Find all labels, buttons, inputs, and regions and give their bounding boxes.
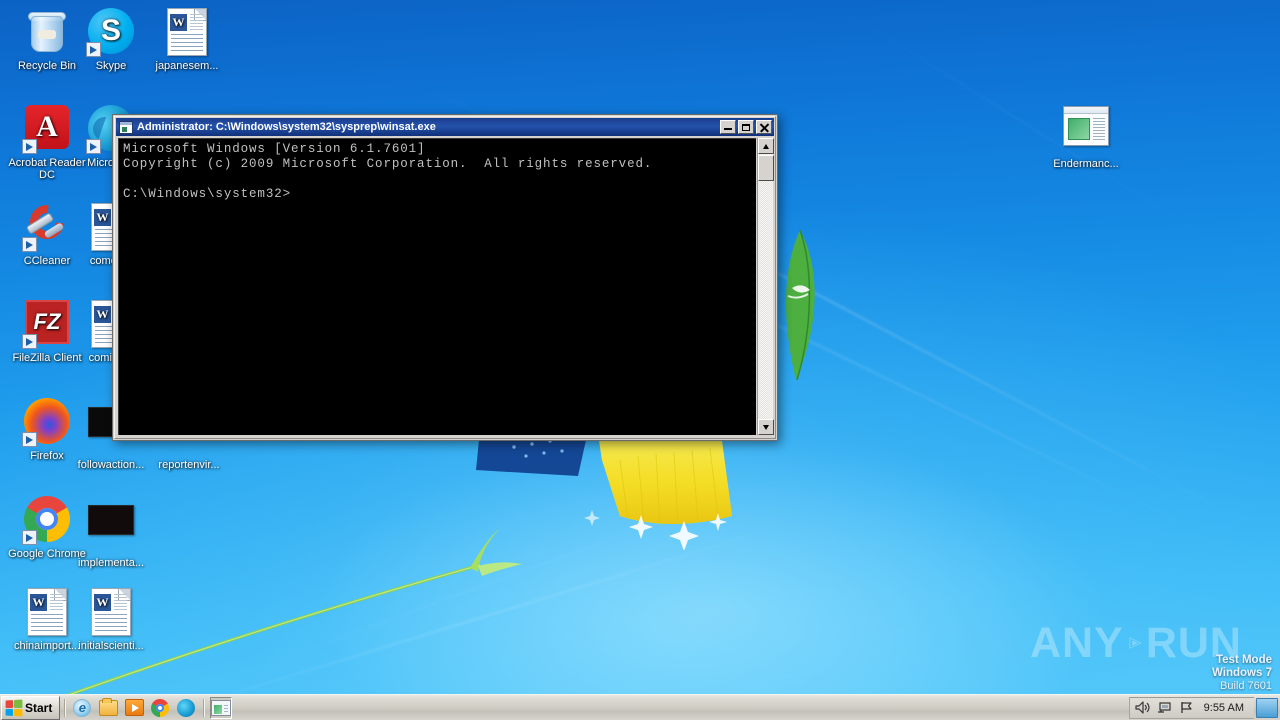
desktop-icon-label: followaction... [77, 459, 145, 471]
console-app-icon [119, 120, 133, 134]
desktop-icon-label: implementa... [77, 557, 145, 569]
quicklaunch-internet-explorer[interactable] [71, 697, 93, 719]
test-mode-line2: Windows 7 [1212, 667, 1272, 679]
desktop-icon-label: reportenvir... [158, 459, 220, 471]
quicklaunch-google-chrome[interactable] [149, 697, 171, 719]
skype-icon: S [86, 8, 135, 57]
quicklaunch-windows-media-player[interactable] [123, 697, 145, 719]
show-desktop-button[interactable] [1256, 697, 1278, 718]
start-button[interactable]: Start [1, 695, 61, 720]
start-button-label: Start [25, 700, 53, 715]
window-titlebar[interactable]: Administrator: C:\Windows\system32\syspr… [116, 118, 774, 136]
firefox-icon [22, 398, 71, 447]
google-chrome-icon [151, 698, 170, 717]
desktop-icon-label: initialscienti... [78, 640, 144, 652]
test-mode-watermark: Test Mode Windows 7 Build 7601 [1212, 654, 1272, 693]
desktop-icon-skype[interactable]: S Skype [68, 8, 154, 72]
taskbar-clock[interactable]: 9:55 AM [1198, 702, 1252, 714]
window-title: Administrator: C:\Windows\system32\syspr… [137, 121, 436, 133]
wallpaper-streak [799, 0, 1241, 260]
test-mode-line3: Build 7601 [1220, 680, 1272, 692]
wallpaper-leaf [786, 230, 815, 380]
taskbar-separator [64, 698, 66, 717]
anyrun-watermark: ANY RUN [1030, 614, 1242, 672]
console-scrollbar[interactable] [757, 138, 774, 435]
desktop-icon-label: Skype [95, 60, 127, 72]
desktop-icon-initialscienti[interactable]: W initialscienti... [68, 588, 154, 652]
media-player-icon [124, 699, 144, 716]
acrobat-reader-icon [22, 105, 71, 154]
network-icon[interactable] [1154, 699, 1176, 717]
anyrun-play-logo-icon [1129, 637, 1142, 649]
test-mode-line1: Test Mode [1215, 654, 1272, 666]
folder-icon [98, 697, 118, 716]
wallpaper-streak [178, 484, 762, 698]
taskbar[interactable]: Start e 9:55 AM [0, 694, 1280, 720]
close-button[interactable] [756, 120, 772, 134]
anyrun-text-right: RUN [1145, 618, 1242, 667]
desktop-icon-japanesem[interactable]: W japanesem... [144, 8, 230, 72]
desktop-icon-label: Endermanc... [1053, 158, 1119, 170]
microsoft-edge-icon [177, 698, 196, 717]
wallpaper-glow [300, 430, 1120, 720]
desktop-icon-endermanc[interactable]: Endermanc... [1043, 103, 1129, 170]
windows-flag-icon [5, 698, 23, 717]
action-center-flag-icon[interactable] [1176, 699, 1198, 717]
app-window-icon [1062, 106, 1110, 154]
console-output[interactable]: Microsoft Windows [Version 6.1.7601] Cop… [118, 138, 756, 435]
desktop[interactable]: Recycle Bin S Skype W japanesem... Acrob… [0, 0, 1280, 720]
taskbar-button-winsat-window[interactable] [210, 696, 233, 719]
quicklaunch-microsoft-edge[interactable] [175, 697, 197, 719]
maximize-button[interactable] [738, 120, 754, 134]
console-window[interactable]: Administrator: C:\Windows\system32\syspr… [112, 114, 778, 441]
word-document-icon: W [23, 588, 71, 636]
quicklaunch-windows-explorer[interactable] [97, 697, 119, 719]
wallpaper-streak [135, 517, 805, 720]
desktop-icon-label: japanesem... [155, 60, 219, 72]
taskbar-separator [203, 698, 205, 717]
word-document-icon: W [87, 588, 135, 636]
scroll-up-icon[interactable] [758, 138, 774, 154]
internet-explorer-icon [73, 698, 92, 717]
volume-icon[interactable] [1132, 699, 1154, 717]
scroll-down-icon[interactable] [758, 419, 774, 435]
system-tray[interactable]: 9:55 AM [1128, 696, 1254, 719]
scrollbar-thumb[interactable] [758, 155, 774, 181]
black-thumbnail-icon [87, 505, 135, 553]
desktop-icon-implementa[interactable]: implementa... [68, 496, 154, 569]
app-window-icon [211, 699, 232, 716]
filezilla-icon [22, 300, 71, 349]
word-document-icon: W [163, 8, 211, 56]
ccleaner-icon [22, 198, 71, 252]
recycle-bin-icon [23, 8, 71, 56]
google-chrome-icon [22, 496, 71, 545]
anyrun-text-left: ANY [1030, 618, 1124, 667]
minimize-button[interactable] [720, 120, 736, 134]
window-controls [720, 120, 772, 134]
